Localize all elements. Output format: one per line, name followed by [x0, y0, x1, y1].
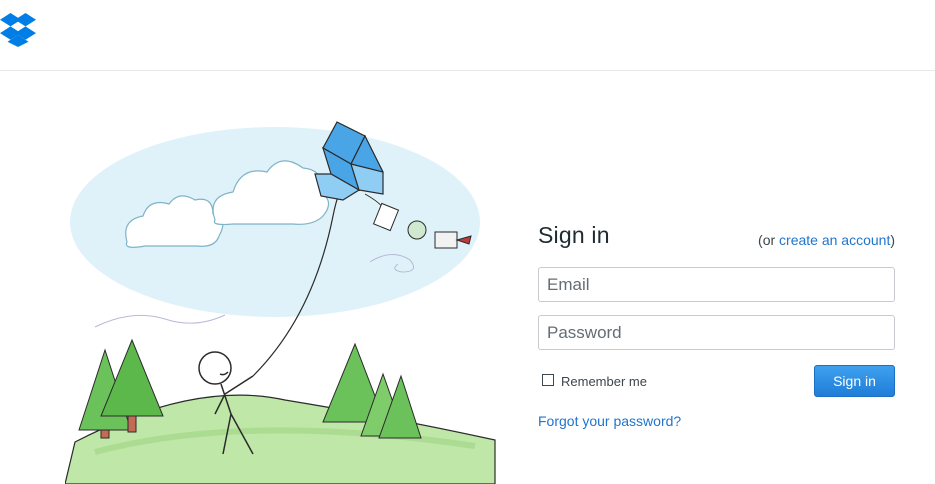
password-input[interactable]: [538, 315, 895, 350]
email-input[interactable]: [538, 267, 895, 302]
forgot-password-link[interactable]: Forgot your password?: [538, 413, 681, 429]
kite-illustration: [65, 121, 496, 484]
create-account-prompt: (or create an account): [758, 232, 895, 248]
create-account-suffix: ): [890, 232, 895, 248]
create-account-prefix: (or: [758, 232, 780, 248]
dropbox-logo[interactable]: [0, 13, 36, 47]
remember-me-label[interactable]: Remember me: [561, 374, 647, 389]
signin-title: Sign in: [538, 222, 610, 248]
signin-button[interactable]: Sign in: [814, 365, 895, 397]
remember-me-checkbox[interactable]: [542, 374, 554, 386]
top-bar: [0, 0, 935, 71]
create-account-link[interactable]: create an account: [779, 232, 890, 248]
